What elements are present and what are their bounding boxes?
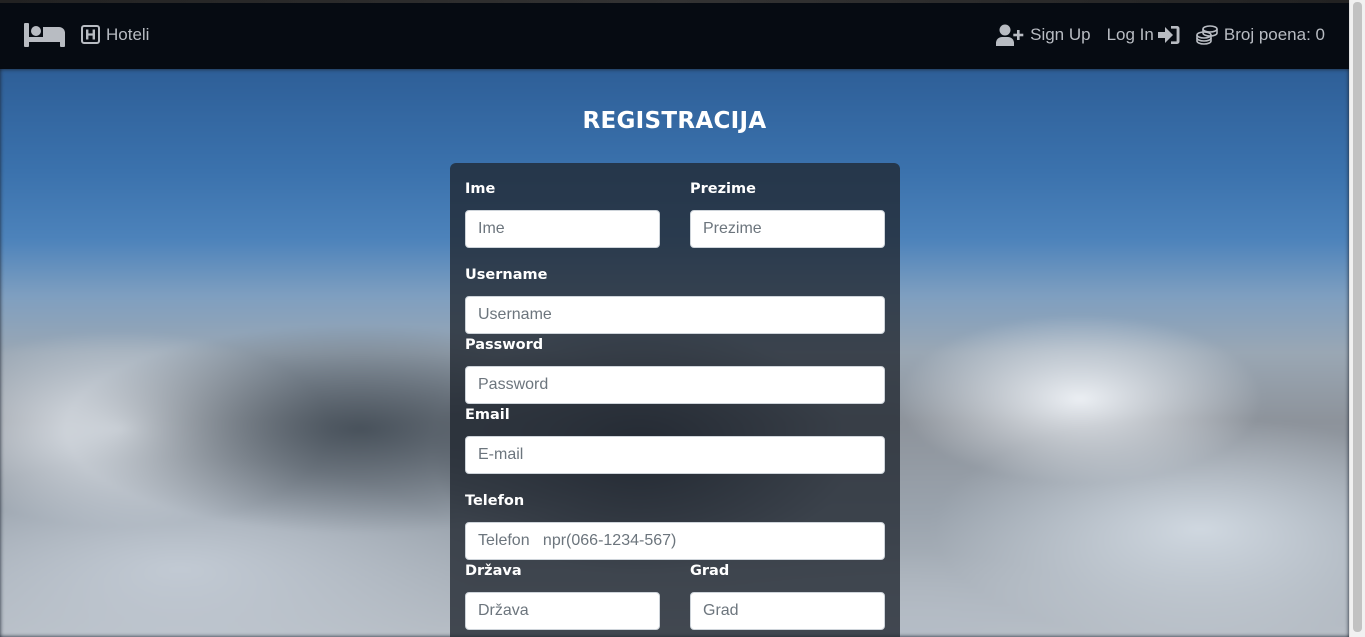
hotel-h-icon [81,25,100,44]
coins-icon [1196,24,1218,45]
navbar: Hoteli Sign Up Log In Broj poena: 0 [0,0,1349,69]
vertical-scrollbar[interactable] [1349,0,1365,637]
nav-points-link[interactable]: Broj poena: 0 [1196,25,1325,45]
nav-signup-label: Sign Up [1030,24,1091,44]
telefon-label: Telefon [465,493,525,509]
nav-hotels-label: Hoteli [106,24,150,44]
grad-input[interactable] [690,592,885,630]
registration-form: Ime Prezime Username Password Email Tele… [450,163,900,637]
grad-label: Grad [690,563,730,579]
nav-login-link[interactable]: Log In [1107,25,1180,45]
nav-hotels-link[interactable]: Hoteli [81,25,149,45]
password-input[interactable] [465,366,885,404]
username-input[interactable] [465,296,885,334]
nav-points-label: Broj poena: 0 [1223,24,1325,44]
drzava-label: Država [465,563,522,579]
sign-in-icon [1157,25,1180,44]
ime-label: Ime [465,181,496,197]
nav-right: Sign Up Log In Broj poena: 0 [980,24,1325,46]
email-input[interactable] [465,436,885,474]
brand-link[interactable] [24,22,65,47]
prezime-label: Prezime [690,181,756,197]
nav-left: Hoteli [24,22,149,47]
user-plus-icon [996,24,1024,46]
ime-input[interactable] [465,210,660,248]
password-label: Password [465,337,544,353]
telefon-input[interactable] [465,522,885,560]
scrollbar-thumb[interactable] [1353,2,1362,632]
prezime-input[interactable] [690,210,885,248]
page-title: REGISTRACIJA [582,108,767,134]
nav-login-label: Log In [1106,24,1154,44]
drzava-input[interactable] [465,592,660,630]
email-label: Email [465,407,510,423]
nav-signup-link[interactable]: Sign Up [996,24,1091,46]
top-border [0,0,1349,3]
bed-icon [24,22,65,47]
username-label: Username [465,267,548,283]
